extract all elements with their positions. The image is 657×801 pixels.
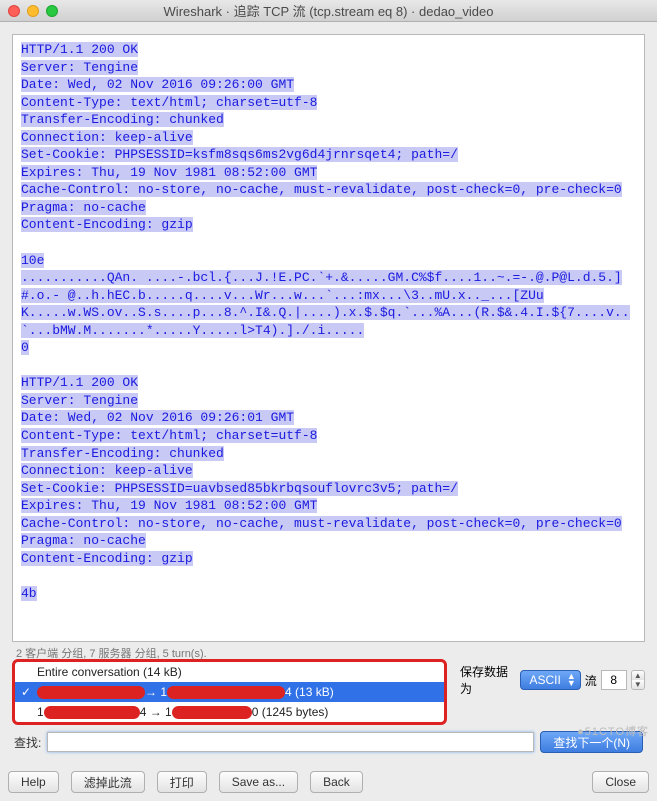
window-title: Wireshark · 追踪 TCP 流 (tcp.stream eq 8) ·… [0, 1, 657, 20]
option-arrow: → 1 [145, 685, 167, 699]
option-label: Entire conversation (14 kB) [37, 665, 182, 679]
titlebar: Wireshark · 追踪 TCP 流 (tcp.stream eq 8) ·… [0, 0, 657, 22]
option-prefix: 1 [37, 705, 44, 719]
minimize-window-icon[interactable] [27, 5, 39, 17]
option-suffix: 0 (1245 bytes) [252, 705, 329, 719]
zoom-window-icon[interactable] [46, 5, 58, 17]
print-button[interactable]: 打印 [157, 771, 207, 793]
data-format-select[interactable]: ASCII ▲▼ [520, 670, 580, 690]
find-label: 查找: [14, 734, 41, 751]
back-button[interactable]: Back [310, 771, 363, 793]
save-data-as-label: 保存数据为 [460, 663, 516, 697]
conversation-select-popup[interactable]: Entire conversation (14 kB) ✓ → 1 4 (13 … [12, 659, 447, 725]
redacted-ip-icon [172, 706, 252, 719]
chevron-down-icon[interactable]: ▼ [632, 680, 644, 689]
filter-out-stream-button[interactable]: 滤掉此流 [71, 771, 145, 793]
find-input[interactable] [47, 732, 534, 752]
chevron-up-icon[interactable]: ▲ [632, 671, 644, 680]
tcp-stream-content[interactable]: HTTP/1.1 200 OK Server: Tengine Date: We… [12, 34, 645, 642]
conversation-option-client-to-server[interactable]: ✓ → 1 4 (13 kB) [15, 682, 444, 702]
redacted-ip-icon [37, 686, 145, 699]
help-button[interactable]: Help [8, 771, 59, 793]
conversation-option-entire[interactable]: Entire conversation (14 kB) [15, 662, 444, 682]
redacted-ip-icon [44, 706, 140, 719]
stream-number-input[interactable] [601, 670, 627, 690]
chevron-updown-icon: ▲▼ [567, 673, 576, 687]
close-button[interactable]: Close [592, 771, 649, 793]
redacted-ip-icon [167, 686, 285, 699]
data-format-value: ASCII [529, 673, 560, 687]
watermark: ●51CTO博客 [577, 723, 649, 739]
close-window-icon[interactable] [8, 5, 20, 17]
save-as-button[interactable]: Save as... [219, 771, 298, 793]
option-suffix: 4 (13 kB) [285, 685, 334, 699]
window-controls [0, 5, 58, 17]
stream-number-stepper[interactable]: ▲ ▼ [631, 670, 645, 690]
dialog-button-row: Help 滤掉此流 打印 Save as... Back Close [0, 759, 657, 801]
option-arrow: 4 → 1 [140, 705, 172, 719]
check-icon: ✓ [21, 685, 31, 699]
stream-server-text: HTTP/1.1 200 OK Server: Tengine Date: We… [21, 42, 630, 601]
stream-number-label: 流 [585, 672, 597, 689]
conversation-option-server-to-client[interactable]: 1 4 → 1 0 (1245 bytes) [15, 702, 444, 722]
